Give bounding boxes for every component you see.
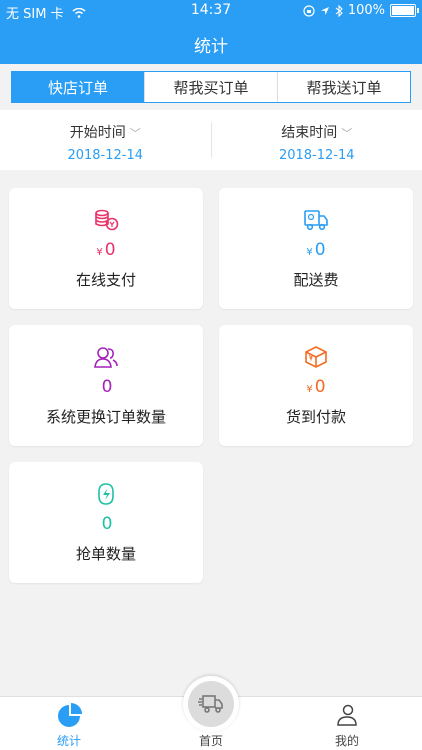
currency-symbol: ¥ xyxy=(96,247,103,258)
lock-rotation-icon xyxy=(303,4,315,17)
end-date-picker[interactable]: 结束时间 ﹀ 2018-12-14 xyxy=(212,110,422,170)
pie-chart-icon xyxy=(58,703,82,727)
delivery-fee-label: 配送费 xyxy=(293,271,339,289)
nav-label-statistics: 统计 xyxy=(56,734,81,748)
start-date-picker[interactable]: 开始时间 ﹀ 2018-12-14 xyxy=(0,110,211,170)
cash-on-delivery-label: 货到付款 xyxy=(285,408,346,426)
tab-deliver-for-me-orders[interactable]: 帮我送订单 xyxy=(277,72,410,102)
truck-icon xyxy=(198,695,223,713)
stat-card-grab-orders[interactable]: 0 抢单数量 xyxy=(9,462,203,583)
location-icon xyxy=(320,6,329,15)
online-payment-value: 0 xyxy=(104,240,116,260)
grab-order-icon xyxy=(98,483,114,505)
users-icon xyxy=(94,347,118,368)
currency-symbol: ¥ xyxy=(306,384,313,395)
cash-on-delivery-value: 0 xyxy=(314,377,326,397)
tab-buy-for-me-orders[interactable]: 帮我买订单 xyxy=(144,72,277,102)
currency-symbol: ¥ xyxy=(306,247,313,258)
page-title: 统计 xyxy=(194,37,228,57)
stat-card-system-replaced-orders[interactable]: 0 系统更换订单数量 xyxy=(9,325,203,446)
tab-shop-orders[interactable]: 快店订单 xyxy=(12,72,144,102)
status-bar: 无 SIM 卡 14:37 100% xyxy=(0,0,422,22)
home-fab-button[interactable] xyxy=(183,676,239,732)
top-bar: 无 SIM 卡 14:37 100% 统计 xyxy=(0,0,422,64)
nav-label-mine: 我的 xyxy=(334,734,359,748)
package-icon xyxy=(305,346,327,368)
status-right: 100% xyxy=(303,3,419,18)
end-date-label: 结束时间 xyxy=(281,125,338,141)
system-replaced-orders-value: 0 xyxy=(101,377,113,397)
bluetooth-icon xyxy=(335,4,343,17)
stat-card-cash-on-delivery[interactable]: ¥0 货到付款 xyxy=(219,325,413,446)
start-date-value: 2018-12-14 xyxy=(67,148,144,163)
nav-label-home: 首页 xyxy=(198,734,223,748)
date-range: 开始时间 ﹀ 2018-12-14 结束时间 ﹀ 2018-12-14 xyxy=(0,110,422,170)
profile-icon xyxy=(337,704,357,726)
stat-card-online-payment[interactable]: ¥0 在线支付 xyxy=(9,188,203,309)
system-replaced-orders-label: 系统更换订单数量 xyxy=(45,408,166,426)
grab-orders-value: 0 xyxy=(101,514,113,534)
end-date-value: 2018-12-14 xyxy=(278,148,355,163)
chevron-down-icon: ﹀ xyxy=(129,127,141,140)
online-payment-label: 在线支付 xyxy=(75,271,136,289)
grab-orders-label: 抢单数量 xyxy=(75,545,136,563)
start-date-label: 开始时间 xyxy=(69,125,126,141)
stat-card-delivery-fee[interactable]: ¥0 配送费 xyxy=(219,188,413,309)
order-type-tabs: 快店订单 帮我买订单 帮我送订单 xyxy=(11,71,411,103)
delivery-fee-value: 0 xyxy=(314,240,326,260)
battery-icon xyxy=(390,4,419,17)
delivery-truck-icon xyxy=(304,210,328,231)
chevron-down-icon: ﹀ xyxy=(341,127,353,140)
coins-icon xyxy=(95,209,119,231)
battery-percent: 100% xyxy=(347,3,385,18)
